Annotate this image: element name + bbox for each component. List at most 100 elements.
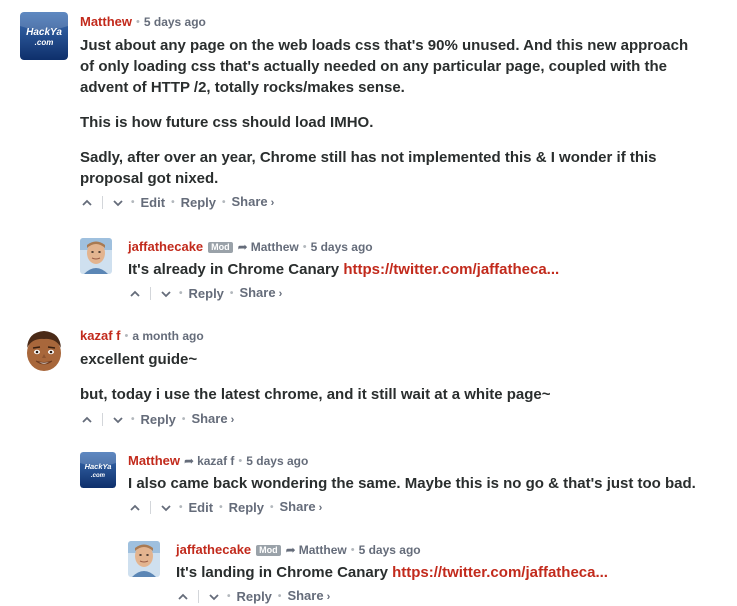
svg-text:HackYa: HackYa xyxy=(85,462,112,471)
comment-actions: • Reply • Share › xyxy=(176,588,721,605)
separator-dot: • xyxy=(350,544,355,556)
share-label: Share xyxy=(279,499,316,514)
comment-text-prefix: It's landing in Chrome Canary xyxy=(176,564,393,581)
avatar[interactable] xyxy=(20,326,68,374)
separator-dot: • xyxy=(229,287,234,299)
reply-button[interactable]: Reply xyxy=(229,500,264,516)
author-name[interactable]: Matthew xyxy=(128,453,180,469)
timestamp[interactable]: 5 days ago xyxy=(359,542,421,558)
share-button[interactable]: Share › xyxy=(280,499,323,516)
separator-dot: • xyxy=(171,196,175,208)
separator-dot: • xyxy=(277,590,282,602)
chevron-down-icon xyxy=(161,504,171,511)
reply-to-name[interactable]: Matthew xyxy=(299,542,347,558)
downvote-button[interactable] xyxy=(159,501,173,515)
author-name[interactable]: kazaf f xyxy=(80,328,120,344)
chevron-up-icon xyxy=(178,593,188,600)
moderator-badge: Mod xyxy=(208,241,233,253)
jaffathecake-avatar xyxy=(80,238,112,274)
author-name[interactable]: jaffathecake xyxy=(128,239,203,255)
svg-text:.com: .com xyxy=(91,473,106,479)
chevron-down-icon xyxy=(209,593,219,600)
comment-actions: • Reply • Share › xyxy=(80,411,720,428)
comment-paragraph: It's landing in Chrome Canary https://tw… xyxy=(176,562,721,583)
avatar[interactable] xyxy=(80,238,112,274)
comment-paragraph: I also came back wondering the same. May… xyxy=(128,475,696,492)
comment-paragraph: It's already in Chrome Canary https://tw… xyxy=(128,259,718,280)
reply-button[interactable]: Reply xyxy=(181,195,216,211)
chevron-up-icon xyxy=(82,199,92,206)
kazaf-avatar xyxy=(20,326,68,374)
comment-link[interactable]: https://twitter.com/jaffatheca... xyxy=(343,261,559,278)
chevron-up-icon xyxy=(130,290,140,297)
svg-text:HackYa: HackYa xyxy=(26,27,62,38)
timestamp[interactable]: 5 days ago xyxy=(144,14,206,30)
author-name[interactable]: Matthew xyxy=(80,14,132,30)
share-button[interactable]: Share › xyxy=(232,194,275,211)
share-label: Share xyxy=(191,411,228,426)
separator-dot: • xyxy=(219,501,223,513)
comment-text-prefix: It's already in Chrome Canary xyxy=(128,261,344,278)
comment-text: Just about any page on the web loads css… xyxy=(80,35,705,189)
edit-button[interactable]: Edit xyxy=(189,500,214,516)
jaffathecake-avatar xyxy=(128,541,160,577)
timestamp[interactable]: 5 days ago xyxy=(246,453,308,469)
comment-paragraph: excellent guide~ xyxy=(80,351,198,368)
share-label: Share xyxy=(287,588,324,603)
divider xyxy=(150,501,151,514)
reply-to-name[interactable]: kazaf f xyxy=(197,453,234,469)
timestamp[interactable]: a month ago xyxy=(132,328,203,344)
chevron-down-icon xyxy=(161,290,171,297)
downvote-button[interactable] xyxy=(111,413,125,427)
separator-dot: • xyxy=(179,287,183,299)
separator-dot: • xyxy=(238,455,243,467)
comment-paragraph: Just about any page on the web loads css… xyxy=(80,37,689,96)
comment-actions: • Edit • Reply • Share › xyxy=(80,194,720,211)
comment-paragraph: This is how future css should load IMHO. xyxy=(80,114,374,131)
upvote-button[interactable] xyxy=(80,413,94,427)
comment-link[interactable]: https://twitter.com/jaffatheca... xyxy=(392,564,608,581)
separator-dot: • xyxy=(222,196,226,208)
avatar[interactable]: HackYa .com xyxy=(80,452,116,488)
comment-paragraph: Sadly, after over an year, Chrome still … xyxy=(80,149,657,187)
chevron-right-icon: › xyxy=(326,591,331,603)
comment-paragraph: but, today i use the latest chrome, and … xyxy=(80,386,551,403)
comment-text: It's landing in Chrome Canary https://tw… xyxy=(176,562,721,583)
chevron-right-icon: › xyxy=(230,414,235,426)
avatar[interactable]: HackYa .com xyxy=(20,12,68,60)
separator-dot: • xyxy=(179,501,183,513)
divider xyxy=(102,413,103,426)
upvote-button[interactable] xyxy=(128,287,142,301)
edit-button[interactable]: Edit xyxy=(141,195,166,211)
reply-arrow-icon: ➦ xyxy=(237,240,248,254)
upvote-button[interactable] xyxy=(80,196,94,210)
share-button[interactable]: Share › xyxy=(239,285,282,302)
svg-text:.com: .com xyxy=(35,38,54,47)
separator-dot: • xyxy=(131,413,135,425)
chevron-right-icon: › xyxy=(318,502,323,514)
reply-to-name[interactable]: Matthew xyxy=(251,239,299,255)
reply-button[interactable]: Reply xyxy=(237,589,272,605)
downvote-button[interactable] xyxy=(207,590,221,604)
separator-dot: • xyxy=(227,590,231,602)
comment-actions: • Reply • Share › xyxy=(128,285,718,302)
share-button[interactable]: Share › xyxy=(287,588,330,605)
share-button[interactable]: Share › xyxy=(191,411,234,428)
separator-dot: • xyxy=(136,16,140,28)
reply-arrow-icon: ➦ xyxy=(285,543,296,557)
author-name[interactable]: jaffathecake xyxy=(176,542,251,558)
timestamp[interactable]: 5 days ago xyxy=(311,239,373,255)
avatar[interactable] xyxy=(128,541,160,577)
chevron-down-icon xyxy=(113,199,123,206)
share-label: Share xyxy=(239,285,276,300)
comment-actions: • Edit • Reply • Share › xyxy=(128,499,718,516)
chevron-down-icon xyxy=(113,416,123,423)
upvote-button[interactable] xyxy=(128,501,142,515)
reply-button[interactable]: Reply xyxy=(141,412,176,428)
downvote-button[interactable] xyxy=(111,196,125,210)
upvote-button[interactable] xyxy=(176,590,190,604)
downvote-button[interactable] xyxy=(159,287,173,301)
separator-dot: • xyxy=(131,196,135,208)
reply-button[interactable]: Reply xyxy=(189,286,224,302)
chevron-up-icon xyxy=(82,416,92,423)
